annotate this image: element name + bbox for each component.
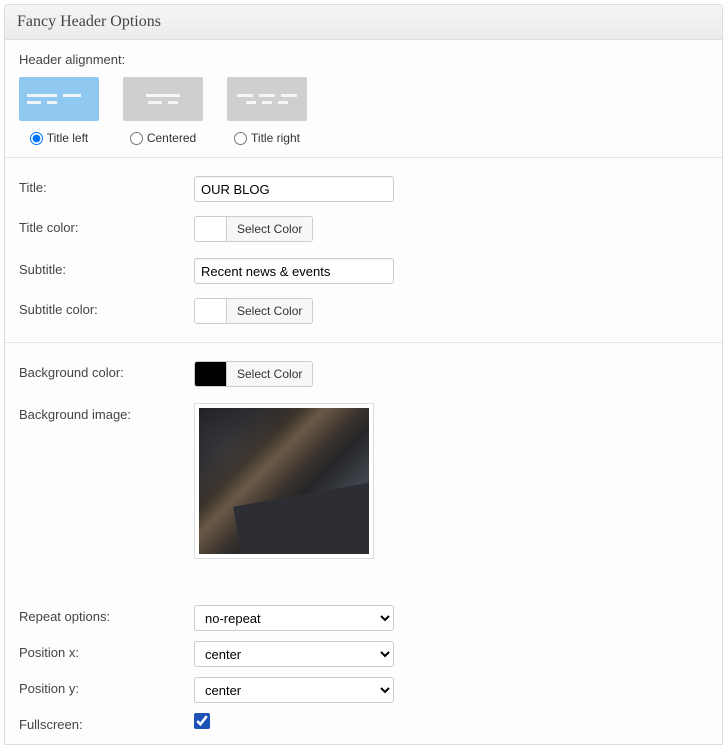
alignment-option-left[interactable]: Title left <box>19 77 99 145</box>
title-color-swatch <box>195 217 227 241</box>
subtitle-input[interactable] <box>194 258 394 284</box>
alignment-radio-left-label: Title left <box>47 131 89 145</box>
posx-label: Position x: <box>19 641 194 660</box>
background-section: Background color: Select Color Backgroun… <box>5 343 722 744</box>
alignment-radio-center[interactable] <box>130 132 143 145</box>
title-color-picker[interactable]: Select Color <box>194 216 313 242</box>
bg-image-label: Background image: <box>19 403 194 422</box>
posy-select[interactable]: center <box>194 677 394 703</box>
title-input[interactable] <box>194 176 394 202</box>
fullscreen-checkbox[interactable] <box>194 713 210 729</box>
alignment-options: Title left Centered <box>19 77 708 145</box>
posy-label: Position y: <box>19 677 194 696</box>
bg-color-swatch <box>195 362 227 386</box>
posx-select[interactable]: center <box>194 641 394 667</box>
title-color-label: Title color: <box>19 216 194 235</box>
alignment-option-right[interactable]: Title right <box>227 77 307 145</box>
subtitle-color-label: Subtitle color: <box>19 298 194 317</box>
alignment-option-center[interactable]: Centered <box>123 77 203 145</box>
panel-title: Fancy Header Options <box>5 5 722 40</box>
bg-image-thumbnail[interactable] <box>194 403 374 559</box>
fullscreen-label: Fullscreen: <box>19 713 194 732</box>
alignment-radio-right[interactable] <box>234 132 247 145</box>
alignment-radio-center-label: Centered <box>147 131 196 145</box>
fancy-header-panel: Fancy Header Options Header alignment: T… <box>4 4 723 745</box>
subtitle-label: Subtitle: <box>19 258 194 277</box>
alignment-thumb-right-icon <box>227 77 307 121</box>
bg-color-button[interactable]: Select Color <box>227 362 312 386</box>
alignment-thumb-left-icon <box>19 77 99 121</box>
title-label: Title: <box>19 176 194 195</box>
alignment-section: Header alignment: Title left <box>5 40 722 158</box>
subtitle-color-swatch <box>195 299 227 323</box>
alignment-radio-right-label: Title right <box>251 131 300 145</box>
alignment-thumb-center-icon <box>123 77 203 121</box>
repeat-select[interactable]: no-repeat <box>194 605 394 631</box>
subtitle-color-picker[interactable]: Select Color <box>194 298 313 324</box>
repeat-label: Repeat options: <box>19 605 194 624</box>
title-section: Title: Title color: Select Color Subtitl… <box>5 158 722 343</box>
bg-color-picker[interactable]: Select Color <box>194 361 313 387</box>
bg-image-preview <box>199 408 369 554</box>
subtitle-color-button[interactable]: Select Color <box>227 299 312 323</box>
bg-color-label: Background color: <box>19 361 194 380</box>
alignment-radio-left[interactable] <box>30 132 43 145</box>
title-color-button[interactable]: Select Color <box>227 217 312 241</box>
alignment-label: Header alignment: <box>19 52 708 67</box>
